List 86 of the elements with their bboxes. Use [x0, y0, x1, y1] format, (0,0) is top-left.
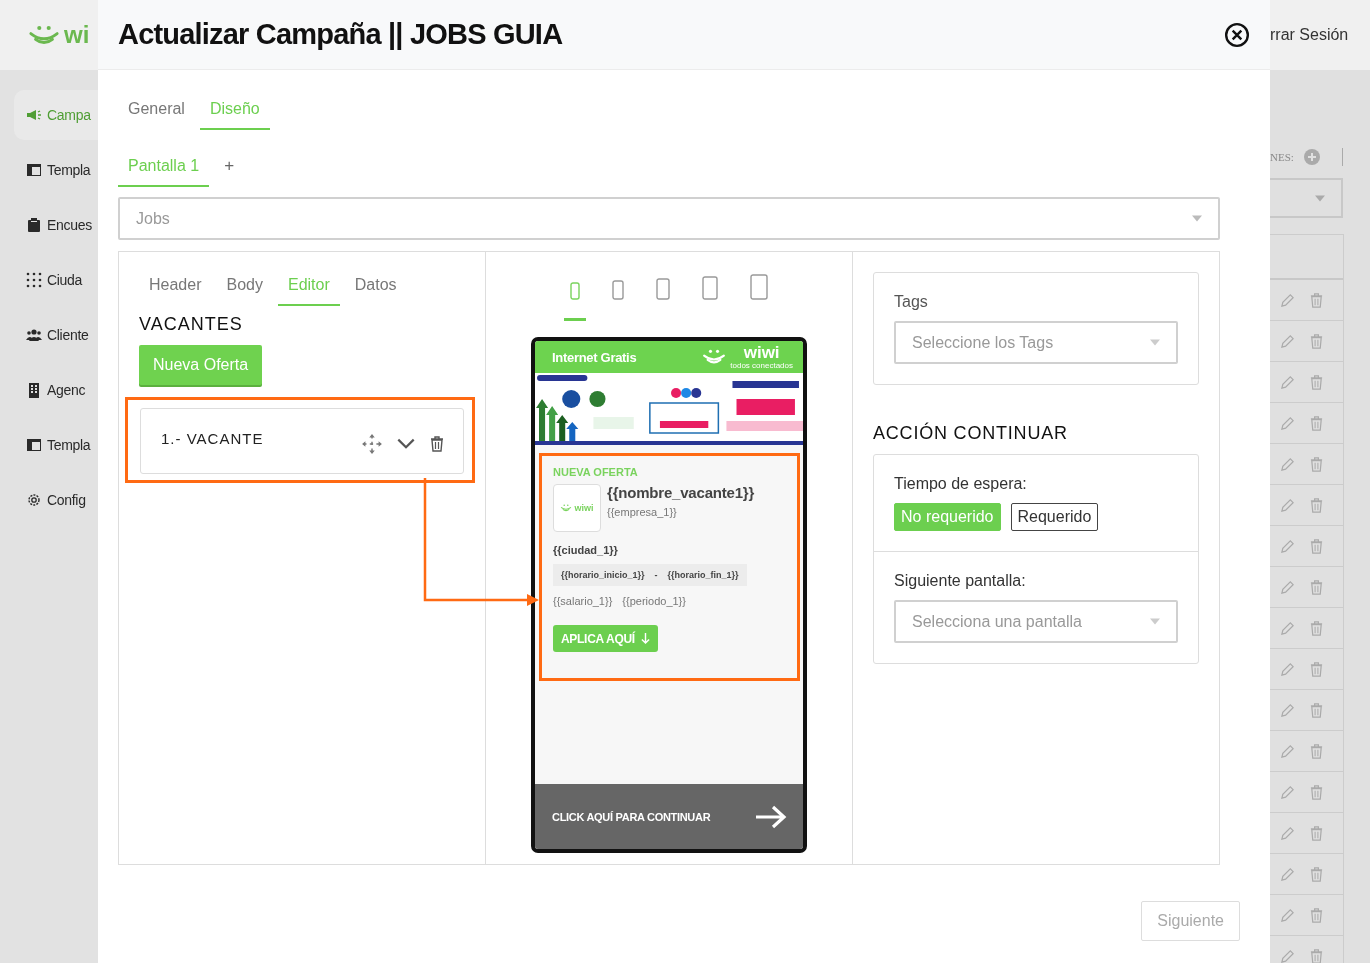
pencil-icon[interactable]	[1280, 415, 1295, 431]
sidebar-item[interactable]: Agenc	[14, 365, 98, 415]
vacancy-card[interactable]: 1.- VACANTE	[140, 408, 464, 474]
sidebar-item[interactable]: Encues	[14, 200, 98, 250]
smile-logo-icon	[28, 24, 60, 46]
pencil-icon[interactable]	[1280, 661, 1295, 677]
offer-label: NUEVA OFERTA	[553, 466, 639, 478]
settings-icon	[26, 492, 42, 508]
add-icon[interactable]	[1303, 149, 1320, 165]
sidebar-item[interactable]: Campa	[14, 90, 98, 140]
job-title: {{nombre_vacante1}}	[607, 484, 755, 501]
smile-logo-icon	[702, 349, 727, 365]
next-screen-label: Siguiente pantalla:	[894, 572, 1027, 590]
phone-icon	[702, 276, 718, 300]
vacancy-label: 1.- VACANTE	[161, 429, 265, 447]
list-label: NES:	[1270, 151, 1294, 163]
editor-tab[interactable]: Body	[216, 268, 273, 306]
pencil-icon[interactable]	[1280, 292, 1295, 308]
building-icon	[26, 382, 42, 398]
pencil-icon[interactable]	[1280, 374, 1295, 390]
pencil-icon[interactable]	[1280, 907, 1295, 923]
phone-icon	[656, 278, 670, 300]
phone-icon	[750, 274, 768, 300]
header-title: Internet Gratis	[552, 349, 637, 365]
smile-logo-icon	[560, 504, 573, 512]
logo-text: wiwi	[574, 503, 594, 513]
users-icon	[26, 327, 42, 343]
filter-select[interactable]	[1270, 178, 1343, 218]
sidebar-item[interactable]: Templa	[14, 420, 98, 470]
pencil-icon[interactable]	[1280, 579, 1295, 595]
arrow-right-icon	[755, 804, 787, 829]
logo-text: wi	[64, 21, 90, 49]
trash-icon[interactable]	[429, 436, 445, 452]
brand-name: wiwi	[743, 344, 780, 361]
section-title: ACCIÓN CONTINUAR	[873, 423, 1069, 444]
editor-tab[interactable]: Header	[139, 268, 212, 306]
sidebar-item[interactable]: Templa	[14, 145, 98, 195]
tags-label: Tags	[894, 293, 929, 311]
close-icon[interactable]	[1224, 21, 1250, 48]
add-screen-button[interactable]: +	[214, 148, 245, 188]
pencil-icon[interactable]	[1280, 333, 1295, 349]
next-screen-select[interactable]: Selecciona una pantalla	[894, 600, 1178, 643]
section-title: VACANTES	[139, 314, 244, 335]
layout-icon	[26, 437, 42, 453]
pencil-icon[interactable]	[1280, 825, 1295, 841]
modal-title: Actualizar Campaña || JOBS GUIA	[118, 18, 563, 51]
clipboard-icon	[26, 217, 42, 233]
template-select[interactable]: Jobs	[118, 197, 1220, 240]
megaphone-icon	[26, 107, 42, 123]
phone-icon	[570, 282, 580, 300]
salary-text: {{salario_1}}	[553, 595, 613, 607]
sidebar-item[interactable]: Cliente	[14, 310, 98, 360]
pencil-icon[interactable]	[1280, 948, 1295, 963]
dots-grid-icon	[26, 272, 42, 288]
pencil-icon[interactable]	[1280, 538, 1295, 554]
caret-icon	[1150, 618, 1160, 625]
phone-icon	[612, 280, 624, 300]
pencil-icon[interactable]	[1280, 456, 1295, 472]
tab[interactable]: General	[118, 92, 195, 130]
layout-icon	[26, 162, 42, 178]
sidebar-item[interactable]: Config	[14, 475, 98, 525]
pencil-icon[interactable]	[1280, 743, 1295, 759]
period-text: {{periodo_1}}	[622, 595, 686, 607]
company-name: {{empresa_1}}	[607, 506, 678, 518]
caret-icon	[1192, 215, 1202, 222]
continue-bar[interactable]: CLICK AQUÍ PARA CONTINUAR	[535, 784, 803, 849]
wait-label: Tiempo de espera:	[894, 475, 1028, 493]
device-tab[interactable]	[564, 282, 586, 321]
pencil-icon[interactable]	[1280, 866, 1295, 882]
brand-tagline: todos conectados	[730, 360, 793, 370]
schedule-separator: -	[654, 570, 658, 580]
move-icon[interactable]	[361, 433, 383, 455]
pencil-icon[interactable]	[1280, 784, 1295, 800]
editor-tab[interactable]: Datos	[344, 268, 407, 306]
caret-icon	[1315, 194, 1325, 202]
sidebar-item[interactable]: Ciuda	[14, 255, 98, 305]
tags-select[interactable]: Seleccione los Tags	[894, 321, 1178, 364]
pencil-icon[interactable]	[1280, 620, 1295, 636]
pencil-icon[interactable]	[1280, 702, 1295, 718]
caret-icon	[1150, 339, 1160, 346]
schedule-start: {{horario_inicio_1}}	[561, 570, 645, 580]
schedule-end: {{horario_fin_1}}	[667, 570, 739, 580]
arrow-down-icon	[640, 633, 650, 644]
pencil-icon[interactable]	[1280, 497, 1295, 513]
city-text: {{ciudad_1}}	[553, 544, 619, 556]
wait-option[interactable]: Requerido	[1010, 503, 1099, 531]
